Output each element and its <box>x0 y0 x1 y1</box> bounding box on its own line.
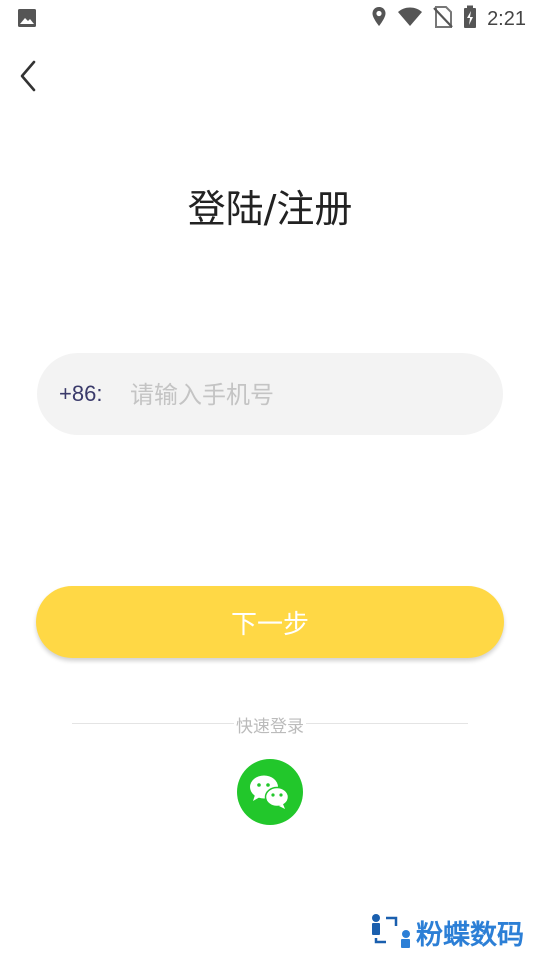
next-button-label: 下一步 <box>230 609 309 640</box>
watermark-logo-icon <box>370 912 412 952</box>
location-icon <box>371 6 387 32</box>
phone-input[interactable] <box>128 375 472 415</box>
no-sim-icon <box>433 5 453 33</box>
battery-charging-icon <box>463 5 477 33</box>
back-button[interactable] <box>12 58 44 98</box>
quick-login-label: 快速登录 <box>234 717 306 737</box>
status-time: 2:21 <box>487 7 526 30</box>
wifi-icon <box>397 6 423 32</box>
wechat-login-button[interactable] <box>237 759 303 825</box>
quick-login-divider: 快速登录 <box>72 712 468 737</box>
country-code: +86: <box>59 381 103 406</box>
status-left <box>17 8 37 32</box>
status-bar: 2:21 <box>0 0 540 36</box>
status-right: 2:21 <box>371 5 526 33</box>
watermark: 粉蝶数码 <box>370 912 524 952</box>
image-icon <box>17 9 37 32</box>
phone-field[interactable]: +86: <box>37 353 503 435</box>
wechat-icon <box>237 775 303 829</box>
chevron-left-icon <box>18 59 38 97</box>
watermark-text: 粉蝶数码 <box>416 919 524 951</box>
next-button[interactable]: 下一步 <box>36 586 504 658</box>
login-screen: 2:21 登陆/注册 +86: 下一步 快速登录 <box>0 0 540 960</box>
page-title: 登陆/注册 <box>187 187 353 231</box>
